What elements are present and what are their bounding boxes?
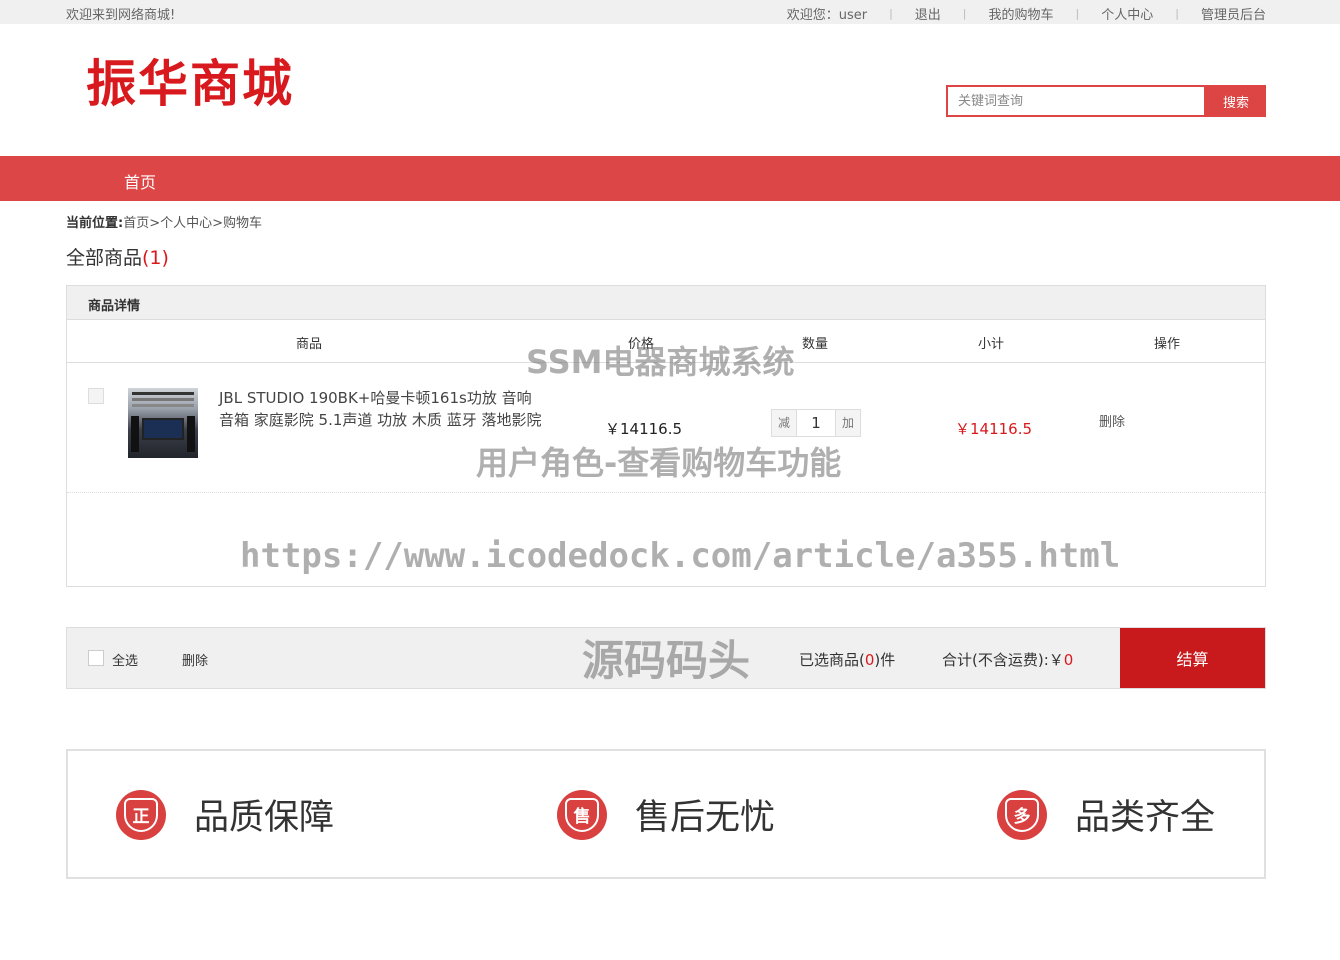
feature-after-sale: 售 售后无忧	[557, 789, 775, 840]
total-label: 合计(不含运费):￥	[942, 651, 1064, 669]
checkout-button[interactable]: 结算	[1120, 628, 1265, 688]
nav-home[interactable]: 首页	[124, 169, 156, 193]
quality-badge-icon: 正	[116, 789, 166, 840]
top-bar: 欢迎来到网络商城! 欢迎您：user | 退出 | 我的购物车 | 个人中心 |…	[0, 0, 1340, 24]
quantity-input[interactable]: 1	[796, 410, 836, 436]
variety-glyph: 多	[1005, 797, 1039, 832]
selected-suffix: )件	[874, 651, 896, 669]
quantity-decrease-button[interactable]: 减	[772, 410, 796, 436]
feature-label: 品类齐全	[1075, 798, 1216, 838]
site-logo[interactable]: 振华商城	[86, 44, 294, 116]
select-all-label[interactable]: 全选	[112, 650, 138, 669]
product-name[interactable]: JBL STUDIO 190BK+哈曼卡顿161s功放 音响 音箱 家庭影院 5…	[219, 387, 549, 431]
select-all-checkbox[interactable]	[88, 650, 104, 666]
welcome-text: 欢迎来到网络商城!	[66, 8, 176, 23]
admin-link[interactable]: 管理员后台	[1201, 4, 1266, 23]
delete-item-link[interactable]: 删除	[1099, 411, 1125, 430]
feature-label: 品质保障	[194, 798, 335, 838]
all-goods-label: 全部商品	[66, 247, 143, 269]
after-sale-glyph: 售	[565, 797, 599, 832]
thumbnail-speaker-left	[131, 416, 139, 452]
column-action: 操作	[1154, 337, 1181, 352]
my-cart-link[interactable]: 我的购物车	[989, 4, 1054, 23]
feature-label: 售后无忧	[635, 798, 776, 838]
main-nav: 首页	[0, 156, 1340, 201]
column-product: 商品	[296, 337, 323, 352]
divider: |	[1175, 7, 1179, 20]
user-greeting: 欢迎您：user	[786, 8, 868, 23]
all-goods-title: 全部商品(1)	[66, 243, 169, 270]
quantity-increase-button[interactable]: 加	[836, 410, 860, 436]
item-checkbox[interactable]	[88, 388, 104, 404]
selected-count: 已选商品(0)件	[799, 649, 895, 670]
divider: |	[1075, 7, 1080, 20]
variety-icon: 多	[997, 789, 1047, 840]
total-value: 0	[1063, 651, 1074, 669]
personal-center-link[interactable]: 个人中心	[1101, 4, 1153, 23]
after-sale-icon: 售	[557, 789, 607, 840]
logout-link[interactable]: 退出	[915, 4, 941, 23]
feature-quality: 正 品质保障	[116, 789, 334, 840]
watermark-function: 用户角色-查看购物车功能	[476, 444, 842, 482]
all-goods-count: (1)	[142, 247, 169, 269]
top-links: 欢迎您：user | 退出 | 我的购物车 | 个人中心 | 管理员后台	[787, 4, 1266, 23]
column-subtotal: 小计	[978, 337, 1005, 352]
thumbnail-speaker-right	[187, 416, 195, 452]
product-price: ￥14116.5	[605, 420, 683, 438]
breadcrumb: 当前位置:首页>个人中心>购物车	[66, 212, 262, 231]
service-features: 正 品质保障 售 售后无忧 多 品类齐全	[66, 749, 1266, 879]
product-thumbnail[interactable]	[128, 388, 198, 458]
quantity-stepper: 减 1 加	[771, 409, 861, 437]
watermark-url: https://www.icodedock.com/article/a355.h…	[240, 536, 1121, 576]
search-input[interactable]	[946, 85, 1206, 117]
product-subtotal: ￥14116.5	[955, 420, 1033, 438]
column-quantity: 数量	[802, 337, 829, 352]
breadcrumb-path[interactable]: 首页>个人中心>购物车	[123, 216, 262, 231]
search-button[interactable]: 搜索	[1206, 85, 1266, 117]
header: 振华商城 搜索	[0, 24, 1340, 156]
search-bar: 搜索	[946, 85, 1266, 117]
watermark-brand: 源码码头	[582, 636, 751, 685]
watermark-system: SSM电器商城系统	[526, 343, 795, 381]
bulk-delete-link[interactable]: 删除	[182, 650, 208, 669]
selected-prefix: 已选商品(	[799, 651, 865, 669]
divider: |	[962, 7, 967, 20]
feature-variety: 多 品类齐全	[997, 789, 1215, 840]
breadcrumb-prefix: 当前位置:	[66, 216, 124, 231]
cart-section-title: 商品详情	[67, 286, 1265, 320]
thumbnail-caption	[132, 392, 194, 395]
quality-badge-glyph: 正	[124, 797, 158, 832]
divider: |	[889, 7, 893, 20]
thumbnail-tv	[142, 418, 184, 440]
total-amount: 合计(不含运费):￥0	[942, 649, 1073, 670]
selected-number: 0	[864, 651, 875, 669]
